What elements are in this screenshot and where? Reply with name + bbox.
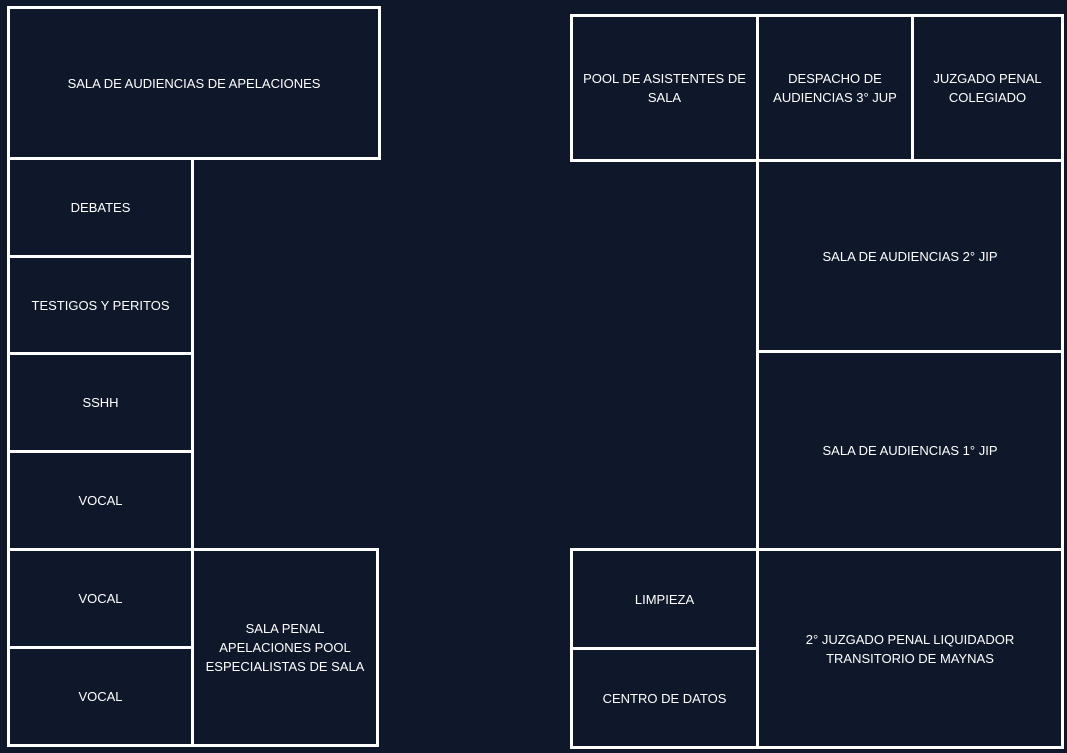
room-vocal-3: VOCAL [7,646,194,747]
room-label: DESPACHO DE AUDIENCIAS 3° JUP [773,71,897,105]
room-sala-penal-apelaciones: SALA PENAL APELACIONES POOL ESPECIALISTA… [191,548,379,747]
room-despacho-3jup: DESPACHO DE AUDIENCIAS 3° JUP [756,14,914,162]
room-label: SSHH [82,395,119,410]
room-pool-asistentes: POOL DE ASISTENTES DE SALA [570,14,759,162]
room-label: CENTRO DE DATOS [602,690,727,706]
room-label: SALA DE AUDIENCIAS DE APELACIONES [67,75,321,91]
room-label: VOCAL [78,689,123,704]
room-label: TESTIGOS Y PERITOS [31,297,170,313]
room-juzgado-colegiado: JUZGADO PENAL COLEGIADO [911,14,1064,162]
room-label: SALA DE AUDIENCIAS 2° JIP [822,248,998,264]
room-vocal-1: VOCAL [7,450,194,551]
room-label: LIMPIEZA [634,591,695,607]
room-label: VOCAL [78,493,123,508]
room-label: SALA PENAL APELACIONES POOL ESPECIALISTA… [205,621,365,674]
room-testigos-peritos: TESTIGOS Y PERITOS [7,255,194,355]
room-label: SALA DE AUDIENCIAS 1° JIP [822,443,998,458]
room-vocal-2: VOCAL [7,548,194,649]
room-centro-datos: CENTRO DE DATOS [570,647,759,749]
room-debates: DEBATES [7,157,194,258]
room-juzgado-liquidador: 2° JUZGADO PENAL LIQUIDADOR TRANSITORIO … [756,548,1064,749]
room-limpieza: LIMPIEZA [570,548,759,650]
room-sshh: SSHH [7,352,194,453]
room-label: VOCAL [78,591,123,606]
room-label: DEBATES [70,200,131,215]
room-label: 2° JUZGADO PENAL LIQUIDADOR TRANSITORIO … [805,631,1015,666]
room-sala-1jip: SALA DE AUDIENCIAS 1° JIP [756,350,1064,551]
room-sala-2jip: SALA DE AUDIENCIAS 2° JIP [756,159,1064,353]
room-sala-audiencias-apelaciones: SALA DE AUDIENCIAS DE APELACIONES [7,6,381,160]
room-label: POOL DE ASISTENTES DE SALA [583,71,746,105]
room-label: JUZGADO PENAL COLEGIADO [933,71,1042,105]
